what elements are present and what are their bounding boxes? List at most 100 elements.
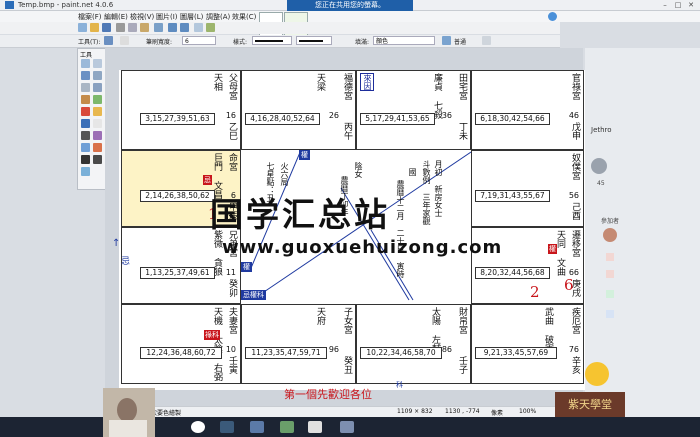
palace-name: 疾厄宮	[570, 307, 580, 334]
participant-count: 45	[597, 180, 605, 187]
rectangle-select-icon[interactable]	[81, 59, 90, 68]
pencil-tool-icon[interactable]	[104, 36, 113, 45]
text-icon[interactable]	[81, 155, 90, 164]
menu-bar: 檔案(F) 編輯(E) 檢視(V) 圖片(I) 圖層(L) 調整(A) 效果(C…	[0, 11, 700, 22]
magic-wand-icon[interactable]	[81, 95, 90, 104]
palace-count: 86	[441, 345, 452, 354]
five-element-ju: 火六局	[280, 162, 289, 186]
palace-name: 夫妻宮	[227, 307, 237, 334]
tools-panel: 工具	[77, 48, 107, 190]
menu-edit[interactable]: 編輯(E)	[104, 12, 128, 22]
paintbrush-icon[interactable]	[81, 119, 90, 128]
participants-label: 參加者	[601, 218, 620, 225]
age-numbers: 10,22,34,46,58,70	[360, 347, 442, 359]
age-numbers: 9,21,33,45,57,69	[475, 347, 557, 359]
menu-layers[interactable]: 圖層(L)	[180, 12, 203, 22]
menu-image[interactable]: 圖片(I)	[156, 12, 178, 22]
menu-effects[interactable]: 效果(C)	[232, 12, 256, 22]
new-icon[interactable]	[78, 23, 87, 32]
palace-count: 16	[225, 111, 236, 120]
palace-name: 子女宮	[342, 307, 352, 334]
case-label-1: 國	[408, 168, 417, 176]
cut-icon[interactable]	[116, 23, 125, 32]
zoom-icon[interactable]	[93, 83, 102, 92]
age-numbers: 8,20,32,44,56,68	[475, 267, 550, 279]
zoom-level[interactable]: 100%	[519, 408, 536, 415]
undo-icon[interactable]	[168, 23, 177, 32]
copy-icon[interactable]	[128, 23, 137, 32]
palace-spouse: 夫妻宮 天機 太陰 右弼 祿科 10 壬寅 12,24,36,48,60,72	[121, 304, 241, 384]
taskbar-app-icon[interactable]	[340, 421, 354, 433]
line-style-select[interactable]	[252, 36, 292, 45]
brush-width-field[interactable]: 6	[182, 36, 216, 45]
taskbar-app-icon[interactable]	[250, 421, 264, 433]
lasso-icon[interactable]	[81, 71, 90, 80]
blend-mode-label[interactable]: 普通	[454, 37, 466, 46]
menu-file[interactable]: 檔案(F)	[78, 12, 102, 22]
status-unit[interactable]: 像素	[491, 408, 503, 417]
menu-view[interactable]: 檢視(V)	[130, 12, 154, 22]
window-title: Temp.bmp - paint.net 4.0.6	[18, 1, 114, 9]
redo-icon[interactable]	[180, 23, 189, 32]
taskbar-app-icon[interactable]	[220, 421, 234, 433]
watermark-title: 国学汇总站	[210, 195, 390, 234]
status-image-size: 1109 × 832	[397, 408, 433, 415]
dash-style-select[interactable]	[296, 36, 332, 45]
maximize-button[interactable]: □	[673, 1, 683, 9]
grid-icon[interactable]	[194, 23, 203, 32]
minimize-button[interactable]: –	[660, 1, 670, 9]
ji-quan-ke-mark: 忌權科	[241, 290, 266, 300]
chat-bubble-icon	[606, 290, 614, 298]
palace-name: 財帛宮	[457, 307, 467, 334]
watermark-url: www.guoxuehuizong.com	[222, 237, 503, 258]
age-numbers: 2,14,26,38,50,62	[140, 190, 215, 202]
palace-count: 96	[328, 345, 339, 354]
open-icon[interactable]	[90, 23, 99, 32]
taskbar-app-icon[interactable]	[191, 421, 205, 433]
antialias-icon[interactable]	[120, 36, 129, 45]
pan-icon[interactable]	[93, 95, 102, 104]
palace-stars: 天梁	[315, 73, 325, 91]
palace-ganzhi: 乙巳	[227, 122, 237, 140]
ji-badge: 忌	[203, 175, 212, 185]
ruler-icon[interactable]	[206, 23, 215, 32]
palace-count: 26	[328, 111, 339, 120]
palace-ganzhi: 戊申	[570, 122, 580, 140]
pencil-icon[interactable]	[81, 131, 90, 140]
palace-wealth: 財帛宮 太陽 左輔 86 壬子 10,22,34,46,58,70	[356, 304, 471, 384]
paint-bucket-icon[interactable]	[81, 107, 90, 116]
palace-stars: 天機 太陰 右弼	[212, 307, 222, 381]
paste-icon[interactable]	[140, 23, 149, 32]
clone-stamp-icon[interactable]	[93, 131, 102, 140]
red-number-6: 6	[564, 276, 574, 294]
palace-stars: 天府	[315, 307, 325, 325]
move-icon[interactable]	[93, 59, 102, 68]
ellipse-select-icon[interactable]	[81, 83, 90, 92]
color-picker-icon[interactable]	[93, 143, 102, 152]
move-selection-icon[interactable]	[93, 71, 102, 80]
palace-property: 來因 田宅宮 廉貞 七殺 36 丁未 5,17,29,41,53,65	[356, 70, 471, 150]
taskbar-app-icon[interactable]	[280, 421, 294, 433]
close-button[interactable]: ✕	[686, 1, 696, 9]
crop-icon[interactable]	[154, 23, 163, 32]
recolor-icon[interactable]	[81, 143, 90, 152]
taskbar-app-icon[interactable]	[308, 421, 322, 433]
webcam-overlay	[103, 388, 155, 437]
blend-mode-icon[interactable]	[442, 36, 451, 45]
eraser-icon[interactable]	[93, 119, 102, 128]
left-ji-mark: 忌	[119, 256, 129, 265]
palace-ganzhi: 己酉	[570, 202, 580, 220]
case-label-2: 斗數例 三年家觀	[422, 160, 431, 225]
alpha-icon[interactable]	[482, 36, 491, 45]
avatar-2	[603, 228, 617, 242]
settings-icon[interactable]	[548, 12, 557, 21]
lu-ke-badge: 祿科	[204, 330, 220, 340]
gradient-icon[interactable]	[93, 107, 102, 116]
age-numbers: 1,13,25,37,49,61	[140, 267, 215, 279]
save-icon[interactable]	[102, 23, 111, 32]
screen-share-banner: 您正在共用您的螢幕。	[287, 0, 413, 11]
fill-select[interactable]: 顏色	[373, 36, 435, 45]
line-icon[interactable]	[93, 155, 102, 164]
shapes-icon[interactable]	[81, 167, 90, 176]
menu-adjust[interactable]: 調整(A)	[206, 12, 230, 22]
